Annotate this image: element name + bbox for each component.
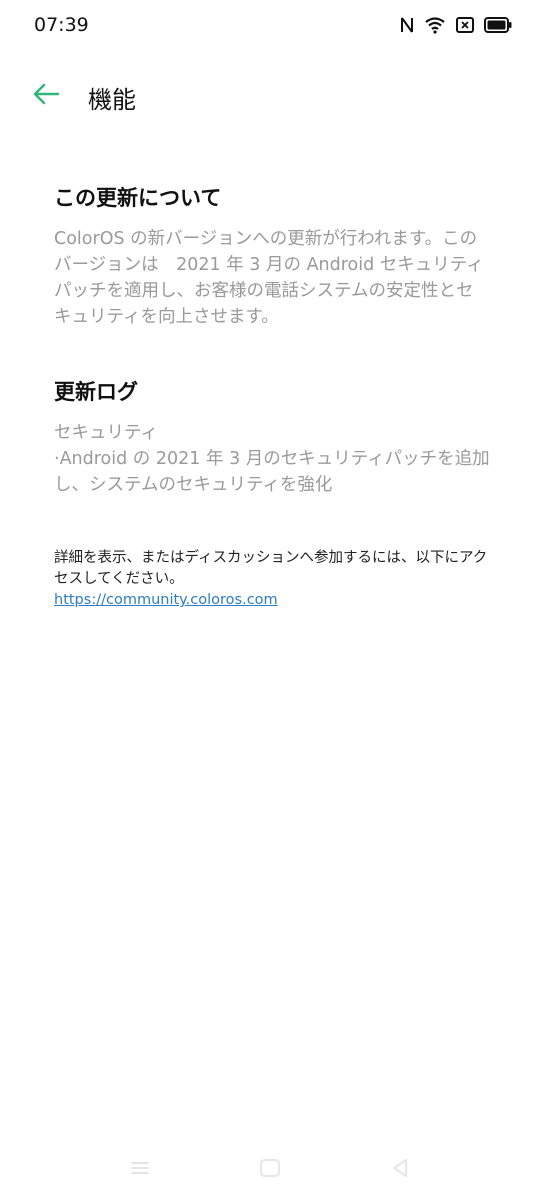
nav-menu-button[interactable] xyxy=(120,1154,160,1186)
about-title: この更新について xyxy=(54,186,222,210)
nfc-icon xyxy=(400,16,414,34)
status-bar: 07:39 xyxy=(0,0,540,54)
community-link[interactable]: https://community.coloros.com xyxy=(54,590,278,611)
nav-back-button[interactable] xyxy=(380,1154,420,1186)
status-time: 07:39 xyxy=(34,14,89,36)
details-text: 詳細を表示、またはディスカッションへ参加するには、以下にアクセスしてください。 xyxy=(54,550,488,587)
battery-icon xyxy=(484,17,512,33)
status-icons xyxy=(400,16,512,34)
about-body: ColorOS の新バージョンへの更新が行われます。この バージョンは 2021… xyxy=(54,229,484,327)
page-title: 機能 xyxy=(88,86,136,114)
home-icon xyxy=(259,1158,281,1182)
changelog-section: 更新ログ セキュリティ ·Android の 2021 年 3 月のセキュリティ… xyxy=(54,376,494,498)
wifi-icon xyxy=(424,16,446,34)
menu-icon xyxy=(130,1160,150,1180)
details-section: 詳細を表示、またはディスカッションへ参加するには、以下にアクセスしてください。 … xyxy=(54,548,494,611)
nav-home-button[interactable] xyxy=(250,1154,290,1186)
arrow-left-icon xyxy=(32,83,60,109)
about-section: この更新について ColorOS の新バージョンへの更新が行われます。この バー… xyxy=(54,182,494,330)
changelog-title: 更新ログ xyxy=(54,380,138,404)
back-icon xyxy=(391,1158,409,1182)
back-button[interactable] xyxy=(26,76,66,116)
changelog-body: セキュリティ ·Android の 2021 年 3 月のセキュリティパッチを追… xyxy=(54,423,490,495)
sim-icon xyxy=(456,17,474,33)
content: この更新について ColorOS の新バージョンへの更新が行われます。この バー… xyxy=(54,182,494,611)
app-bar: 機能 xyxy=(0,70,540,122)
navigation-bar xyxy=(0,1140,540,1200)
